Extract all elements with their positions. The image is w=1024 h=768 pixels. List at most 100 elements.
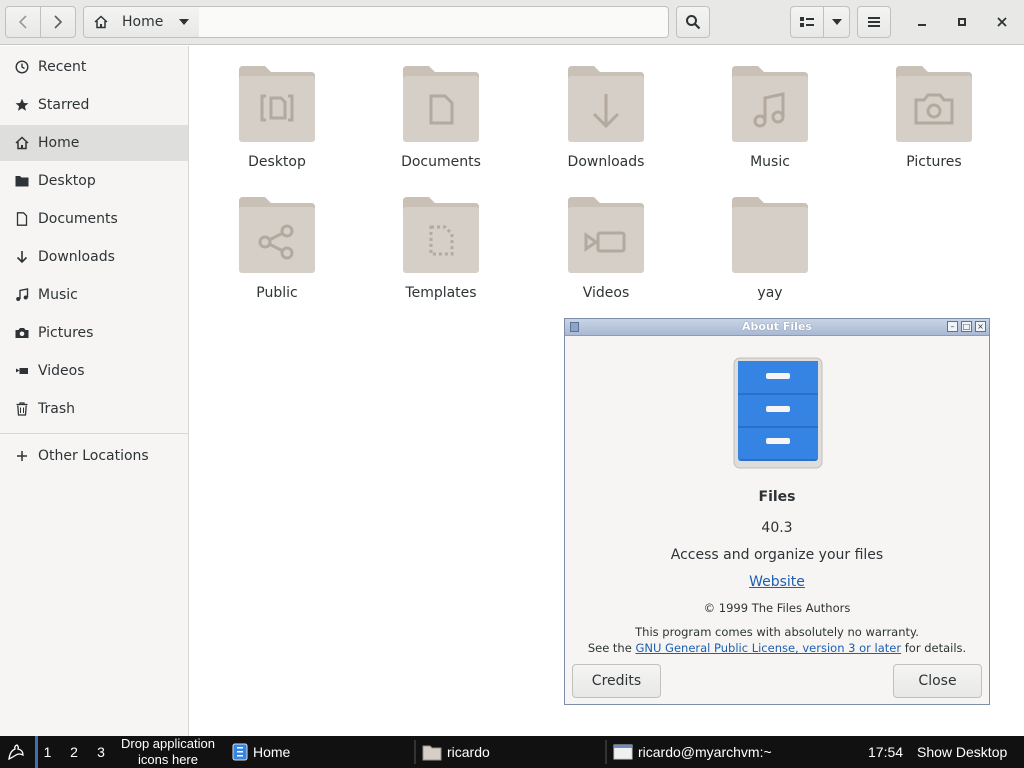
minimize-icon — [918, 24, 926, 26]
search-button[interactable] — [676, 6, 710, 38]
about-dialog: About Files – □ × Files 40.3 Access and … — [564, 318, 990, 705]
caret-down-icon[interactable] — [178, 17, 190, 27]
maximize-button[interactable] — [951, 11, 973, 33]
folder-public-icon — [239, 197, 315, 273]
view-toggle-button[interactable] — [790, 6, 824, 38]
folder-videos-icon — [568, 197, 644, 273]
header-bar: Home — [0, 0, 1024, 45]
task-home[interactable]: Home — [232, 736, 412, 768]
clock-icon — [15, 60, 29, 74]
folder-yay[interactable]: yay — [710, 195, 830, 315]
taskbar-separator — [414, 740, 416, 764]
copyright: © 1999 The Files Authors — [703, 601, 851, 615]
file-name: Music — [750, 154, 790, 170]
download-icon — [15, 250, 29, 264]
dialog-maximize-button[interactable]: □ — [961, 321, 972, 332]
sidebar-item-home[interactable]: Home — [0, 125, 188, 161]
folder-templates-icon — [403, 197, 479, 273]
list-view-icon — [800, 17, 814, 27]
sidebar-item-other-locations[interactable]: Other Locations — [0, 438, 188, 474]
sidebar-item-documents[interactable]: Documents — [0, 201, 188, 237]
file-name: Downloads — [567, 154, 645, 170]
task-ricardo[interactable]: ricardo — [422, 736, 602, 768]
launcher-drop-area[interactable]: Drop application icons here — [110, 736, 226, 768]
task-label: Home — [253, 744, 291, 760]
sidebar-item-music[interactable]: Music — [0, 277, 188, 313]
file-name: Documents — [401, 154, 481, 170]
sidebar-item-pictures[interactable]: Pictures — [0, 315, 188, 351]
plus-icon — [15, 449, 29, 463]
caret-down-icon — [831, 19, 842, 25]
file-name: yay — [757, 285, 783, 301]
sidebar-item-starred[interactable]: Starred — [0, 87, 188, 123]
home-icon — [15, 136, 29, 150]
sidebar-item-label: Starred — [38, 97, 90, 113]
file-cabinet-icon — [733, 357, 823, 469]
website-link[interactable]: Website — [749, 574, 805, 590]
file-name: Templates — [405, 285, 477, 301]
sidebar-item-downloads[interactable]: Downloads — [0, 239, 188, 275]
license-suffix: for details. — [904, 641, 967, 655]
sidebar-item-recent[interactable]: Recent — [0, 49, 188, 85]
file-name: Public — [256, 285, 298, 301]
workspace-1[interactable]: 1 — [35, 736, 57, 768]
folder-icon — [422, 745, 442, 761]
file-name: Desktop — [248, 154, 306, 170]
path-home-button[interactable]: Home — [83, 6, 200, 38]
chevron-right-icon — [54, 15, 63, 29]
minimize-button[interactable] — [911, 11, 933, 33]
clock[interactable]: 17:54 — [868, 736, 903, 768]
location-field[interactable] — [199, 6, 669, 38]
sidebar-item-label: Recent — [38, 59, 87, 75]
task-label: ricardo@myarchvm:~ — [638, 744, 772, 760]
app-name: Files — [758, 489, 796, 505]
close-window-button[interactable] — [991, 11, 1013, 33]
folder-public[interactable]: Public — [217, 195, 337, 315]
video-icon — [15, 364, 29, 378]
folder-documents-icon — [403, 66, 479, 142]
view-options-button[interactable] — [823, 6, 850, 38]
forward-button[interactable] — [40, 6, 76, 38]
license-row: See the GNU General Public License, vers… — [565, 641, 989, 655]
folder-downloads[interactable]: Downloads — [546, 64, 666, 184]
sidebar-item-label: Pictures — [38, 325, 94, 341]
star-icon — [15, 98, 29, 112]
sidebar-item-label: Home — [38, 135, 80, 151]
dialog-close-button[interactable]: × — [975, 321, 986, 332]
folder-desktop[interactable]: Desktop — [217, 64, 337, 184]
sidebar-item-desktop[interactable]: Desktop — [0, 163, 188, 199]
folder-music-icon — [732, 66, 808, 142]
folder-templates[interactable]: Templates — [381, 195, 501, 315]
document-icon — [15, 212, 29, 226]
folder-documents[interactable]: Documents — [381, 64, 501, 184]
credits-button[interactable]: Credits — [572, 664, 661, 698]
task-terminal[interactable]: ricardo@myarchvm:~ — [613, 736, 813, 768]
folder-videos[interactable]: Videos — [546, 195, 666, 315]
launcher-hint-line2: icons here — [138, 752, 198, 767]
music-icon — [15, 288, 29, 302]
workspace-2[interactable]: 2 — [63, 736, 85, 768]
sidebar-item-videos[interactable]: Videos — [0, 353, 188, 389]
app-description: Access and organize your files — [670, 547, 884, 563]
website-link-row: Website — [565, 574, 989, 590]
folder-pictures[interactable]: Pictures — [874, 64, 994, 184]
dialog-minimize-button[interactable]: – — [947, 321, 958, 332]
chevron-left-icon — [18, 15, 27, 29]
start-menu-button[interactable] — [4, 736, 28, 768]
folder-music[interactable]: Music — [710, 64, 830, 184]
maximize-icon — [958, 18, 966, 26]
close-button[interactable]: Close — [893, 664, 982, 698]
dialog-titlebar[interactable]: About Files – □ × — [565, 319, 989, 336]
back-button[interactable] — [5, 6, 41, 38]
sidebar-item-label: Documents — [38, 211, 118, 227]
show-desktop-button[interactable]: Show Desktop — [917, 736, 1007, 768]
license-link[interactable]: GNU General Public License, version 3 or… — [635, 641, 901, 655]
workspace-3[interactable]: 3 — [90, 736, 112, 768]
folder-desktop-icon — [239, 66, 315, 142]
sidebar-item-trash[interactable]: Trash — [0, 391, 188, 427]
app-version: 40.3 — [761, 520, 793, 536]
main-menu-button[interactable] — [857, 6, 891, 38]
sidebar-item-label: Music — [38, 287, 78, 303]
folder-pictures-icon — [896, 66, 972, 142]
home-icon — [94, 15, 108, 29]
